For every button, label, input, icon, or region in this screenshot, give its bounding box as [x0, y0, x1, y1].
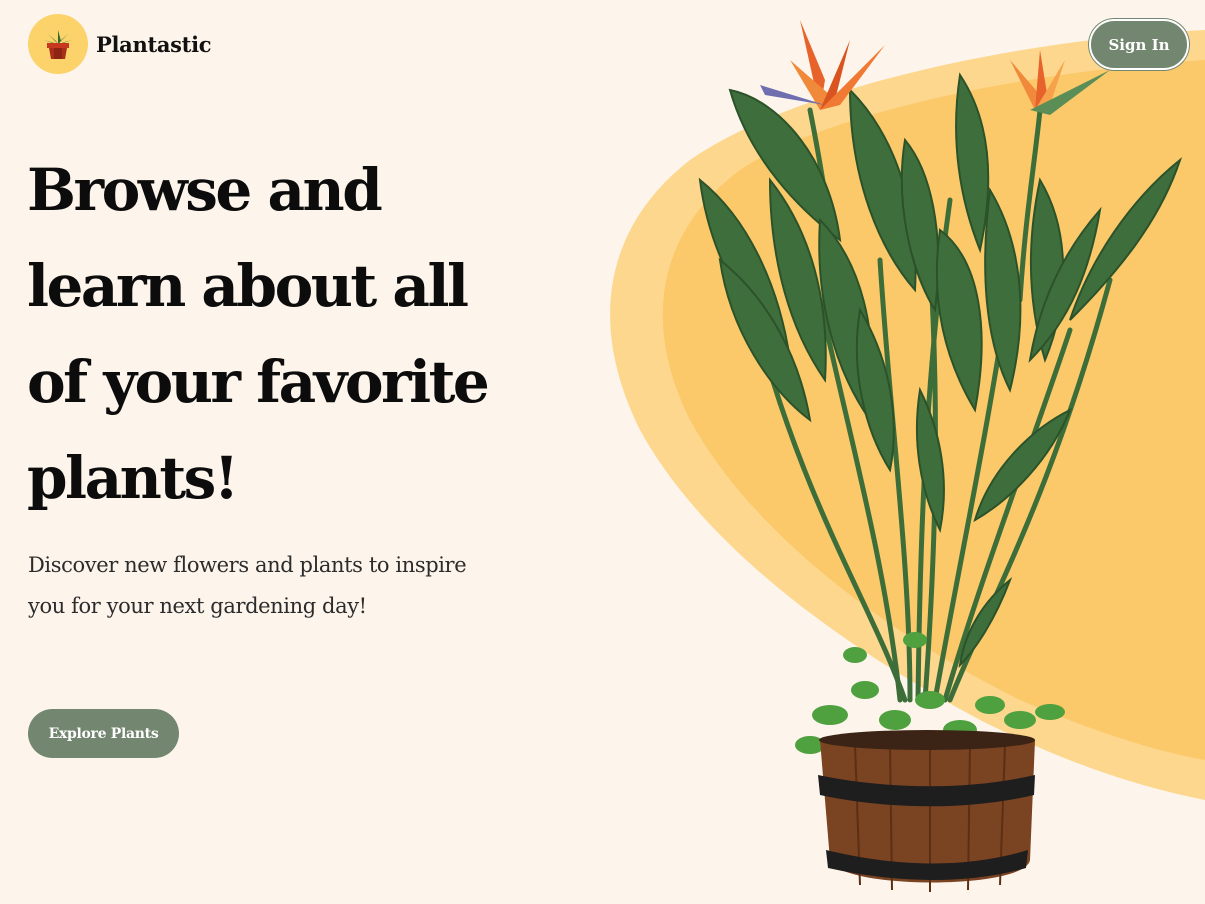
hero-title: Browse and learn about all of your favor…	[27, 156, 490, 512]
hero-subtitle: Discover new flowers and plants to inspi…	[28, 553, 467, 618]
plant-image	[698, 20, 1183, 892]
brand-name: Plantastic	[96, 31, 212, 57]
brand-logo[interactable]: Plantastic	[28, 14, 212, 74]
potted-plant-icon	[28, 14, 88, 74]
explore-plants-button[interactable]: Explore Plants	[28, 709, 179, 758]
landing-page: Plantastic Sign In Browse and learn abou…	[0, 0, 1205, 904]
